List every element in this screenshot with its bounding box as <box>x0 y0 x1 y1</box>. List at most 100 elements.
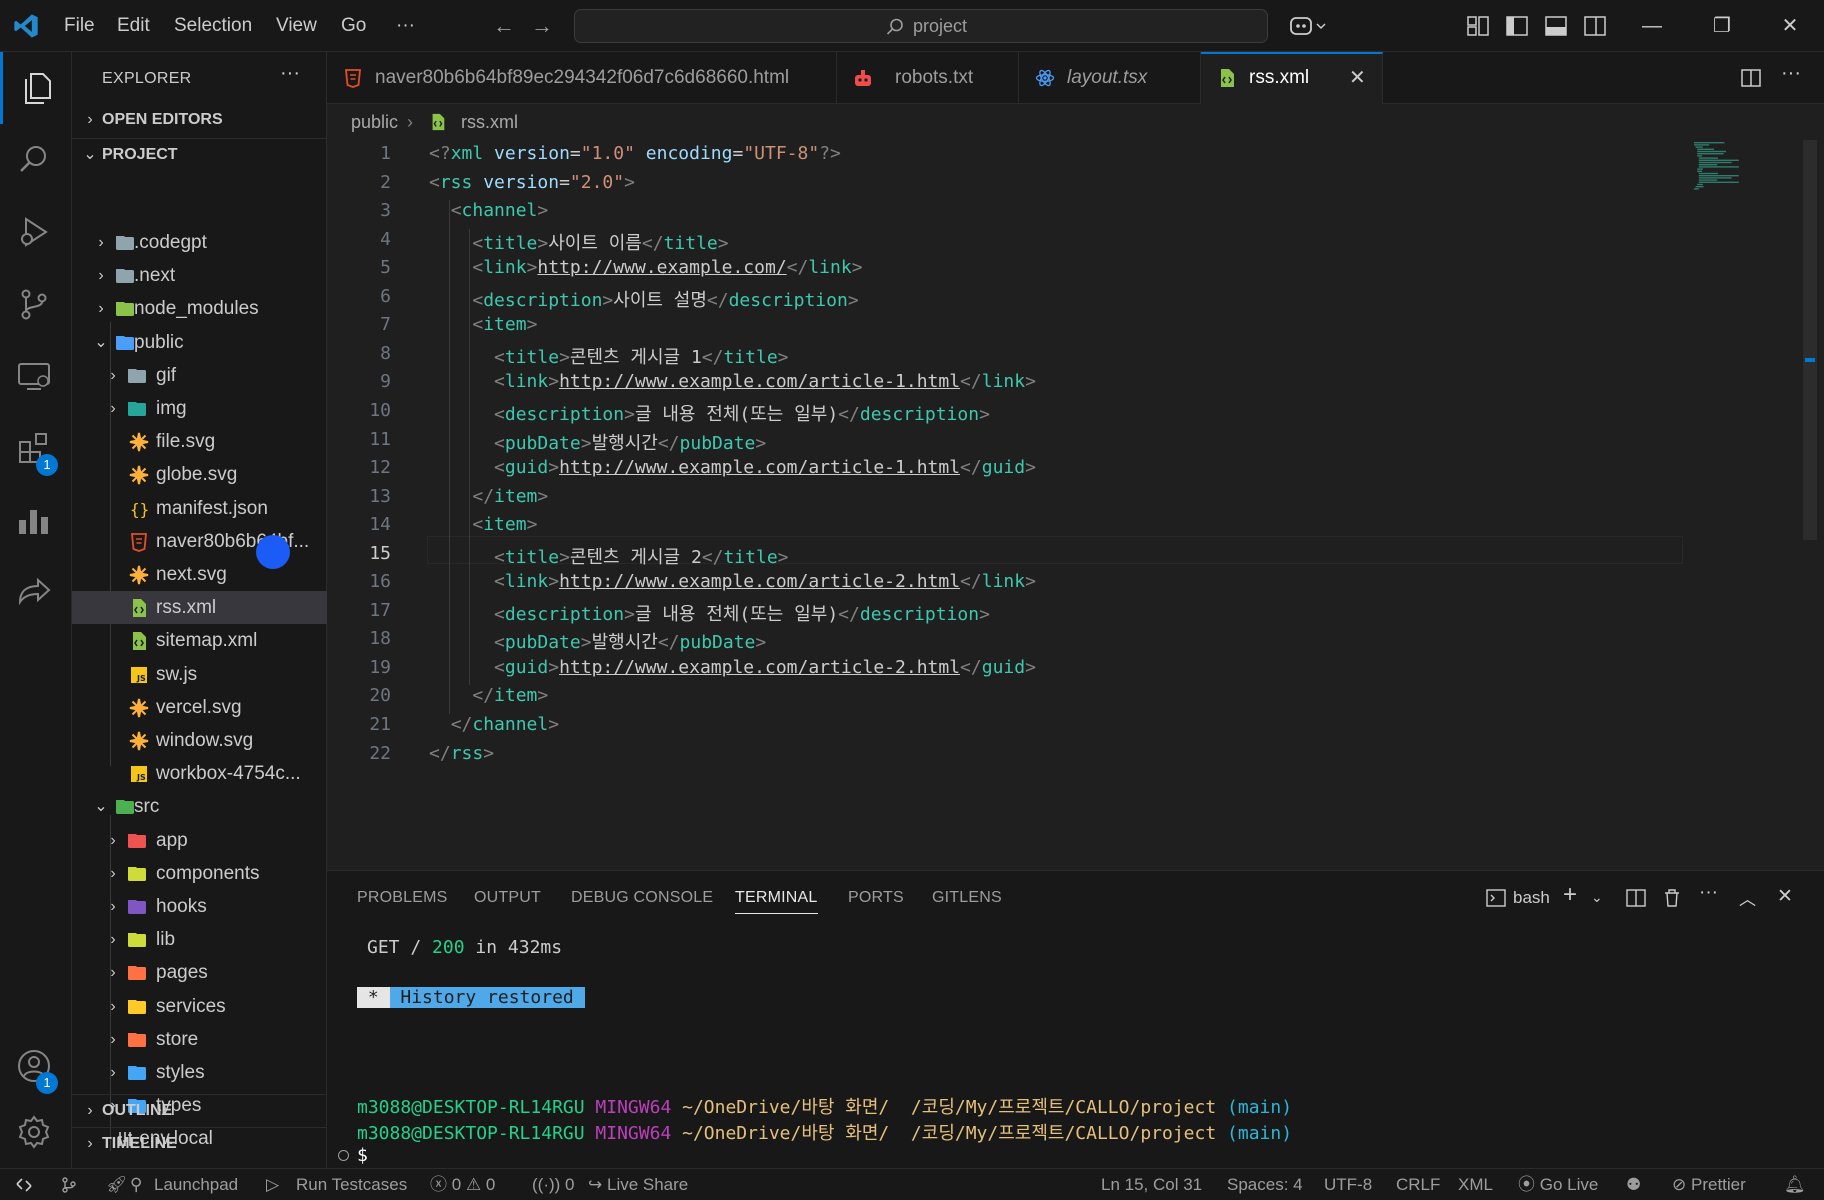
launchpad-item[interactable]: Launchpad <box>154 1169 238 1200</box>
code-line[interactable]: </rss> <box>429 743 494 764</box>
cursor-position-item[interactable]: Ln 15, Col 31 <box>1101 1169 1202 1200</box>
outline-section[interactable]: › OUTLINE <box>72 1094 327 1126</box>
tree-folder[interactable]: › node_modules <box>72 292 327 325</box>
tree-file[interactable]: window.svg <box>72 724 327 757</box>
code-line[interactable]: <rss version="2.0"> <box>429 172 635 193</box>
tree-folder[interactable]: › .next <box>72 259 327 292</box>
tree-folder[interactable]: ⌄ public <box>72 326 327 359</box>
split-editor-icon[interactable] <box>1739 66 1763 90</box>
code-line[interactable]: <title>콘텐츠 게시글 1</title> <box>429 343 788 369</box>
tab-terminal[interactable]: TERMINAL <box>735 889 818 914</box>
live-share-activity[interactable] <box>0 556 72 628</box>
editor-more-icon[interactable]: ··· <box>1781 62 1801 85</box>
code-line[interactable]: <title>사이트 이름</title> <box>429 229 728 255</box>
prettier-item[interactable]: ⊘ Prettier <box>1672 1169 1746 1200</box>
tree-folder[interactable]: › styles <box>72 1056 327 1089</box>
menu-view[interactable]: View <box>276 0 317 52</box>
tree-file[interactable]: vercel.svg <box>72 691 327 724</box>
tree-file[interactable]: {} manifest.json <box>72 492 327 525</box>
tree-folder[interactable]: › store <box>72 1023 327 1056</box>
tree-folder[interactable]: ⌄ src <box>72 790 327 823</box>
manage-activity[interactable] <box>0 1096 72 1168</box>
tree-file[interactable]: sitemap.xml <box>72 624 327 657</box>
tree-file[interactable]: JS sw.js <box>72 658 327 691</box>
tab-naver-html[interactable]: naver80b6b64bf89ec294342f06d7c6d68660.ht… <box>327 52 837 104</box>
restore-button[interactable]: ❐ <box>1692 0 1752 52</box>
tree-file[interactable]: file.svg <box>72 425 327 458</box>
eol-item[interactable]: CRLF <box>1396 1169 1440 1200</box>
menu-go[interactable]: Go <box>341 0 366 52</box>
tree-folder[interactable]: › img <box>72 392 327 425</box>
search-activity[interactable] <box>0 124 72 196</box>
live-share-item[interactable]: ↪ Live Share <box>588 1169 688 1200</box>
code-line[interactable]: <description>사이트 설명</description> <box>429 286 858 312</box>
project-section[interactable]: ⌄ PROJECT <box>72 138 327 170</box>
terminal-shell-label[interactable]: bash <box>1513 888 1550 908</box>
indentation-item[interactable]: Spaces: 4 <box>1227 1169 1303 1200</box>
tab-ports[interactable]: PORTS <box>848 889 904 907</box>
toggle-secondary-sidebar-icon[interactable] <box>1582 13 1608 39</box>
tree-folder[interactable]: › pages <box>72 956 327 989</box>
encoding-item[interactable]: UTF-8 <box>1324 1169 1372 1200</box>
code-editor[interactable]: 1 <?xml version="1.0" encoding="UTF-8"?> 2… <box>327 140 1824 870</box>
code-line[interactable]: <guid>http://www.example.com/article-2.h… <box>429 657 1036 678</box>
tab-problems[interactable]: PROBLEMS <box>357 889 448 907</box>
forward-arrow-icon[interactable]: → <box>528 12 556 40</box>
menu-edit[interactable]: Edit <box>117 0 150 52</box>
minimize-button[interactable]: — <box>1622 0 1682 52</box>
editor-scrollbar[interactable] <box>1803 140 1817 540</box>
toggle-primary-sidebar-icon[interactable] <box>1504 13 1530 39</box>
close-panel-icon[interactable]: ✕ <box>1777 885 1793 908</box>
maximize-panel-icon[interactable]: ︿ <box>1739 885 1756 910</box>
close-window-button[interactable]: ✕ <box>1760 0 1820 52</box>
tab-rss-xml[interactable]: rss.xml ✕ <box>1201 52 1383 104</box>
breadcrumb-file[interactable]: rss.xml <box>461 104 518 140</box>
code-line[interactable]: <item> <box>429 514 537 535</box>
code-line[interactable]: <title>콘텐츠 게시글 2</title> <box>429 543 788 569</box>
remote-explorer-activity[interactable] <box>0 340 72 412</box>
code-line[interactable]: <?xml version="1.0" encoding="UTF-8"?> <box>429 143 841 164</box>
code-line[interactable]: <link>http://www.example.com/article-1.h… <box>429 371 1036 392</box>
bell-icon[interactable]: 🔔︎ <box>1784 1169 1806 1200</box>
tree-folder[interactable]: › app <box>72 824 327 857</box>
code-line[interactable]: <guid>http://www.example.com/article-1.h… <box>429 457 1036 478</box>
split-terminal-icon[interactable] <box>1625 887 1647 909</box>
close-tab-icon[interactable]: ✕ <box>1349 54 1366 102</box>
problems-item[interactable]: ⓧ 0 ⚠ 0 <box>430 1169 495 1200</box>
tab-gitlens[interactable]: GITLENS <box>932 889 1002 907</box>
toggle-panel-icon[interactable] <box>1543 13 1569 39</box>
run-debug-activity[interactable] <box>0 196 72 268</box>
tab-debug-console[interactable]: DEBUG CONSOLE <box>571 889 713 907</box>
tree-folder[interactable]: › services <box>72 990 327 1023</box>
panel-more-icon[interactable]: ··· <box>1699 882 1718 904</box>
run-testcases-item[interactable]: Run Testcases <box>296 1169 407 1200</box>
tree-folder[interactable]: › .codegpt <box>72 226 327 259</box>
tree-folder[interactable]: › components <box>72 857 327 890</box>
tree-file[interactable]: next.svg <box>72 558 327 591</box>
code-line[interactable]: </channel> <box>429 714 559 735</box>
code-line[interactable]: <link>http://www.example.com/article-2.h… <box>429 571 1036 592</box>
tree-folder[interactable]: › hooks <box>72 890 327 923</box>
code-line[interactable]: <item> <box>429 314 537 335</box>
copilot-icon[interactable] <box>1288 13 1328 39</box>
command-center-search[interactable]: project <box>574 9 1268 43</box>
tree-folder[interactable]: › lib <box>72 923 327 956</box>
trash-icon[interactable] <box>1661 887 1683 909</box>
new-terminal-icon[interactable]: + <box>1563 881 1577 909</box>
source-control-activity[interactable] <box>0 268 72 340</box>
chevron-down-icon[interactable]: ⌄ <box>1591 889 1603 906</box>
back-arrow-icon[interactable]: ← <box>490 12 518 40</box>
tab-output[interactable]: OUTPUT <box>474 889 541 907</box>
ports-item[interactable]: ((·)) 0 <box>532 1169 575 1200</box>
explorer-activity[interactable] <box>0 52 72 124</box>
go-live-item[interactable]: ⦿ Go Live <box>1518 1169 1598 1200</box>
tab-robots-txt[interactable]: robots.txt <box>837 52 1019 104</box>
code-line[interactable]: <description>글 내용 전체(또는 일부)</description… <box>429 600 990 626</box>
language-mode-item[interactable]: XML <box>1458 1169 1493 1200</box>
copilot-status-icon[interactable]: ⚉ <box>1626 1169 1641 1200</box>
explorer-more-icon[interactable]: ··· <box>280 62 300 85</box>
minimap[interactable] <box>1692 140 1792 870</box>
code-line[interactable]: <description>글 내용 전체(또는 일부)</description… <box>429 400 990 426</box>
code-line[interactable]: <pubDate>발행시간</pubDate> <box>429 628 766 654</box>
code-line[interactable]: </item> <box>429 486 548 507</box>
